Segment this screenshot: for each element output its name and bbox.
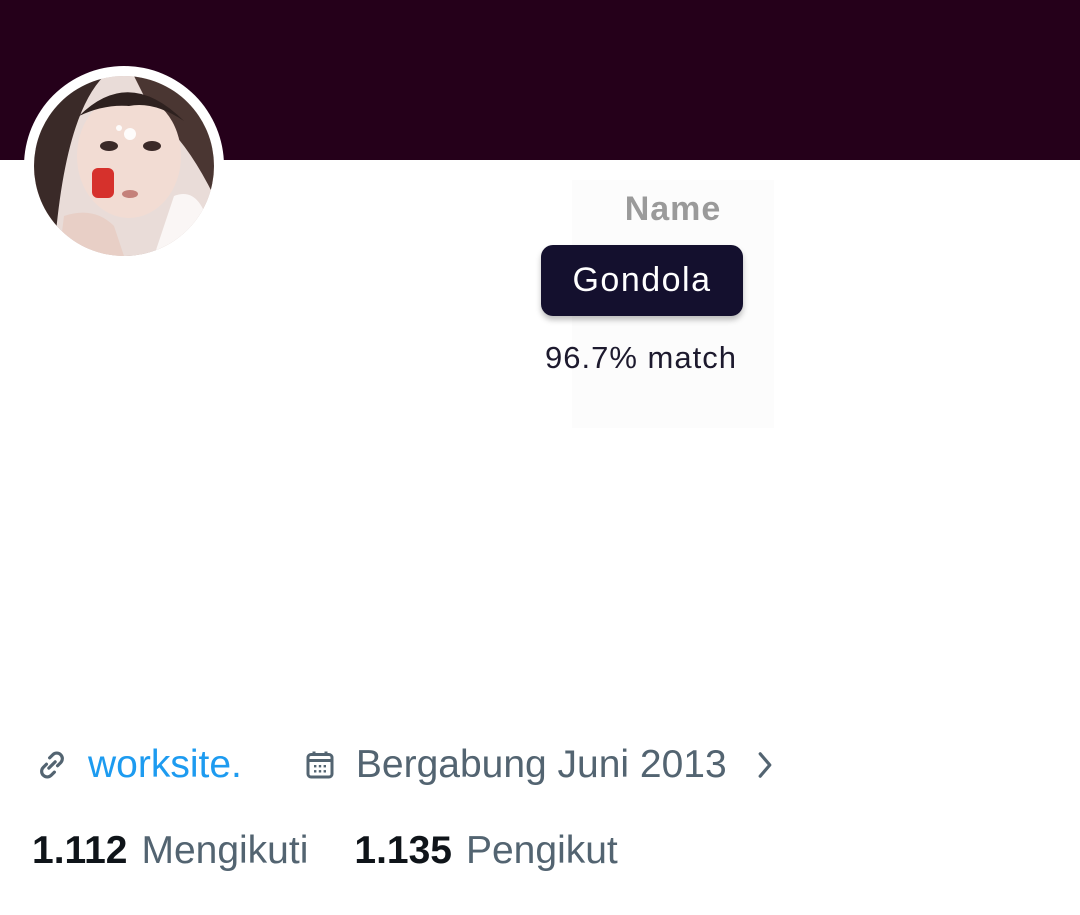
joined-date: Bergabung Juni 2013 xyxy=(355,743,727,786)
following-count: 1.112 xyxy=(32,829,128,872)
followers-stat[interactable]: 1.135 Pengikut xyxy=(354,829,617,873)
calendar-icon xyxy=(300,745,340,785)
name-label: Name xyxy=(624,190,722,228)
profile-page: Name Gondola 96.7% match worksite. Berga… xyxy=(0,0,1080,915)
link-icon xyxy=(32,745,72,785)
website-link[interactable]: worksite. xyxy=(88,743,242,787)
chevron-right-icon[interactable] xyxy=(751,745,779,785)
followers-label: Pengikut xyxy=(465,829,618,872)
following-label: Mengikuti xyxy=(141,829,309,872)
followers-count: 1.135 xyxy=(354,829,452,872)
profile-meta-row: worksite. Bergabung Juni 2013 xyxy=(32,740,779,790)
avatar[interactable] xyxy=(34,76,214,256)
avatar-photo xyxy=(34,76,214,256)
name-value-chip: Gondola xyxy=(541,245,743,316)
follow-stats-row: 1.112 Mengikuti 1.135 Pengikut xyxy=(32,826,618,876)
following-stat[interactable]: 1.112 Mengikuti xyxy=(32,829,308,873)
match-percentage: 96.7% match xyxy=(545,340,737,375)
